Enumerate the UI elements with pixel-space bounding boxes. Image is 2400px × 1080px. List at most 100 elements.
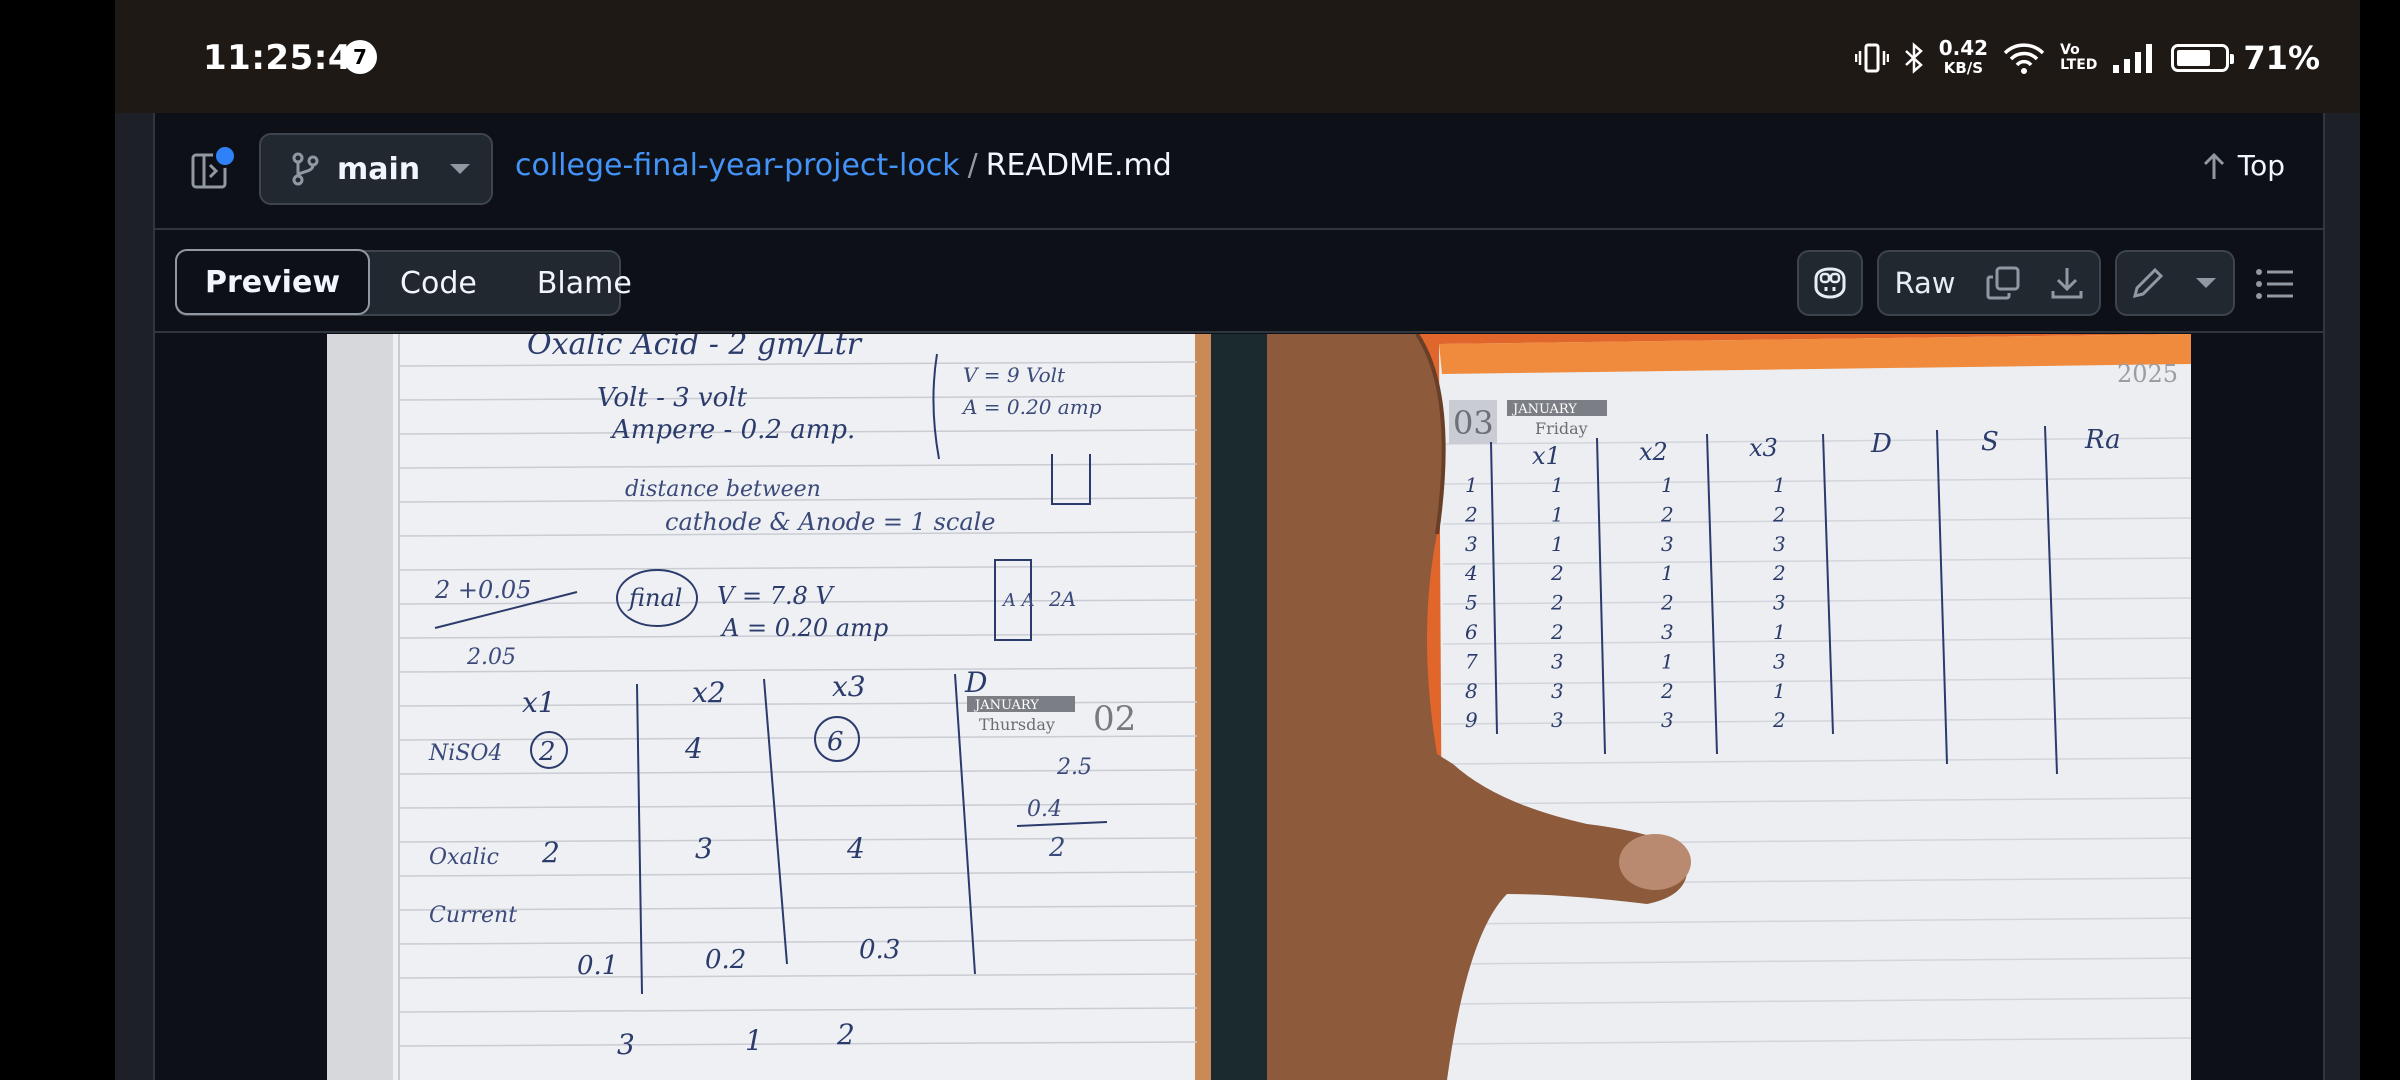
tab-code[interactable]: Code: [370, 252, 507, 314]
tab-preview[interactable]: Preview: [175, 249, 371, 315]
wifi-icon: [2003, 43, 2045, 74]
back-to-top-button[interactable]: Top: [2202, 149, 2285, 182]
view-mode-tabs: Preview Code Blame: [175, 249, 632, 316]
row-label-current: Current: [429, 903, 517, 928]
tab-blame[interactable]: Blame: [507, 252, 662, 314]
calc-3: 2: [1048, 833, 1066, 863]
rtable-cell: 2: [1772, 561, 1786, 585]
chevron-down-icon: [2196, 278, 2216, 288]
calc-1: 2.5: [1056, 755, 1092, 780]
rtable-cell: 1: [1551, 473, 1564, 497]
rtable-cell: 1: [1551, 502, 1564, 526]
copy-raw-button[interactable]: [1971, 250, 2037, 316]
edit-icon: [2132, 267, 2164, 299]
note-ampere: Ampere - 0.2 amp.: [610, 415, 855, 445]
diary-day-left: Thursday: [979, 715, 1055, 734]
calc-2: 0.4: [1027, 797, 1062, 822]
rtable-cell: 2: [1550, 620, 1564, 644]
net-speed-value: 0.42: [1938, 36, 1989, 60]
download-icon: [2051, 268, 2083, 299]
rtable-cell: 1: [1661, 649, 1674, 673]
branch-selector-button[interactable]: main: [259, 133, 493, 205]
copilot-icon: [1814, 267, 1846, 299]
battery-percent: 71%: [2243, 39, 2320, 77]
file-header: main college-final-year-project-lock / REA…: [155, 113, 2323, 230]
volte-top: Vo: [2060, 42, 2080, 58]
rtable-cell: 3: [1661, 708, 1674, 732]
raw-button[interactable]: Raw: [1877, 250, 1973, 316]
table-header-d: D: [964, 666, 987, 699]
notebook-photo-right: 2025 03 JANUARY Friday x1 x2 x3 D S Ra 1…: [1267, 334, 2191, 1080]
rtable-cell: 2: [1660, 502, 1674, 526]
note-fraction-top: 2 +0.05: [434, 576, 531, 604]
note-distance: distance between: [625, 477, 821, 502]
chevron-down-icon: [450, 164, 471, 174]
readme-preview: Oxalic Acid - 2 gm/Ltr Volt - 3 volt Amp…: [155, 334, 2323, 1080]
rtable-cell: 3: [1661, 532, 1674, 556]
edit-menu-button[interactable]: [2179, 250, 2235, 316]
note-cathode: cathode & Anode = 1 scale: [665, 508, 996, 536]
copilot-button[interactable]: [1797, 250, 1863, 316]
edit-button[interactable]: [2115, 250, 2181, 316]
current-x1: 0.1: [577, 951, 618, 981]
note-v9: V = 9 Volt: [963, 363, 1066, 387]
battery-icon: [2171, 44, 2235, 72]
rtable-cell: 2: [1772, 502, 1786, 526]
diary-year-right: 2025: [2117, 360, 2178, 388]
diary-date-right: 03: [1453, 404, 1494, 442]
battery-fill: [2177, 50, 2211, 66]
rtable-row-index: 3: [1465, 532, 1478, 556]
volte-indicator: Vo LTED: [2060, 43, 2097, 73]
arrow-up-icon: [2203, 152, 2224, 179]
top-label: Top: [2237, 149, 2285, 182]
bottom-2: 1: [745, 1024, 763, 1057]
rtable-row-index: 9: [1465, 708, 1478, 732]
rtable-cell: 1: [1551, 532, 1564, 556]
diary-date-left: 02: [1093, 699, 1136, 739]
rtable-cell: 3: [1551, 649, 1564, 673]
git-branch-icon: [292, 152, 319, 186]
note-a020: A = 0.20 amp: [961, 395, 1102, 419]
sidebar-toggle-button[interactable]: [191, 144, 237, 191]
niso4-x3: 6: [827, 727, 844, 757]
oxalic-x1: 2: [541, 836, 560, 869]
rtable-cell: 3: [1551, 708, 1564, 732]
rtable-cell: 1: [1773, 620, 1786, 644]
repo-link[interactable]: college-final-year-project-lock: [515, 148, 960, 183]
rtable-row-index: 6: [1465, 620, 1478, 644]
current-x3: 0.3: [859, 935, 900, 965]
signal-icon: [2113, 44, 2153, 73]
note-aa: A A: [1001, 590, 1035, 611]
rtable-cell: 1: [1773, 679, 1786, 703]
outline-button[interactable]: [2255, 264, 2295, 304]
diary-month-left: JANUARY: [973, 698, 1039, 713]
notebook-photo-left: Oxalic Acid - 2 gm/Ltr Volt - 3 volt Amp…: [327, 334, 1403, 1080]
note-final: final: [627, 584, 682, 612]
niso4-x1: 2: [538, 737, 556, 767]
row-label-oxalic: Oxalic: [429, 845, 499, 870]
note-volt: Volt - 3 volt: [597, 383, 748, 413]
rtable-cell: 3: [1661, 620, 1674, 644]
download-button[interactable]: [2035, 250, 2101, 316]
rtable-cell: 2: [1772, 708, 1786, 732]
file-view-panel: main college-final-year-project-lock / REA…: [153, 113, 2325, 1080]
breadcrumb: college-final-year-project-lock / README.m…: [515, 148, 1172, 183]
rtable-header-x3: x3: [1749, 434, 1778, 462]
table-header-x1: x1: [522, 686, 556, 719]
notification-badge: 7: [343, 40, 377, 74]
note-final-v: V = 7.8 V: [717, 582, 835, 610]
breadcrumb-separator: /: [967, 148, 978, 183]
note-final-a: A = 0.20 amp: [720, 614, 888, 642]
table-header-x2: x2: [692, 676, 726, 709]
notification-dot: [213, 144, 237, 168]
table-header-x3: x3: [832, 670, 866, 703]
rtable-cell: 2: [1660, 679, 1674, 703]
file-toolbar: Preview Code Blame Raw: [155, 230, 2323, 333]
bluetooth-icon: [1904, 42, 1923, 74]
niso4-x2: 4: [684, 732, 703, 765]
rtable-cell: 1: [1661, 561, 1674, 585]
note-fraction-bottom: 2.05: [466, 645, 516, 670]
rtable-row-index: 1: [1465, 473, 1478, 497]
volte-bottom: LTED: [2060, 57, 2098, 73]
current-x2: 0.2: [705, 945, 746, 975]
